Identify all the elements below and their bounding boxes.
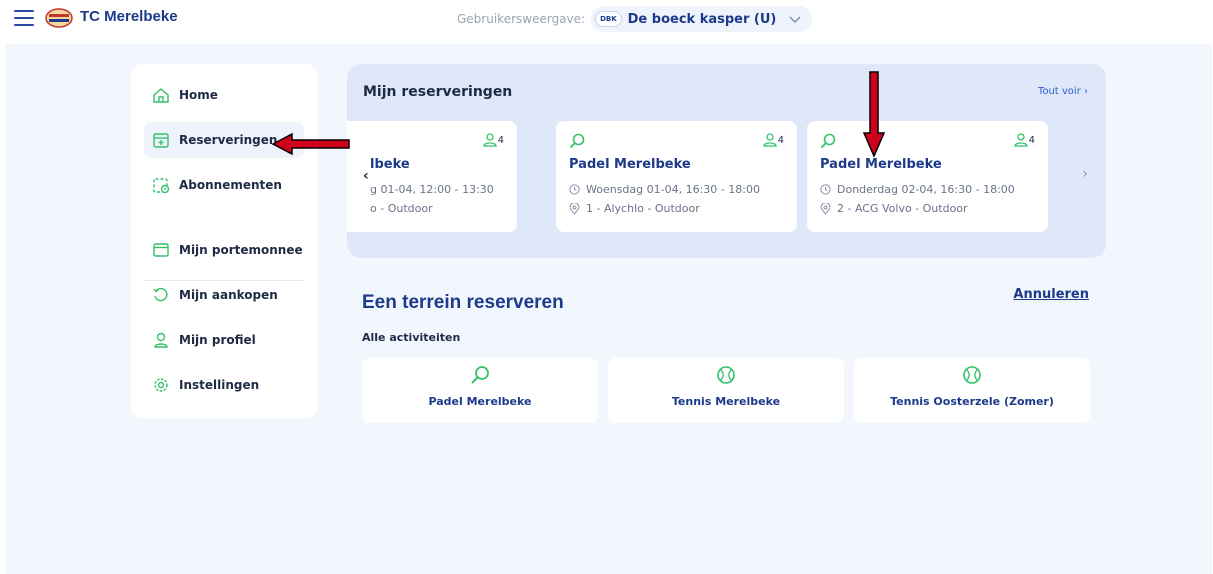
sidebar-item-aankopen[interactable]: Mijn aankopen: [144, 277, 304, 313]
sidebar-item-label: Home: [179, 88, 218, 102]
user-view-selector[interactable]: Gebruikersweergave: DBK De boeck kasper …: [457, 6, 813, 32]
sidebar-item-home[interactable]: Home: [144, 77, 304, 113]
user-icon: [154, 332, 168, 348]
sidebar-item-label: Instellingen: [179, 378, 260, 392]
padel-racket-icon: [471, 366, 489, 384]
reservation-time: g 01-04, 12:00 - 13:30: [370, 183, 494, 196]
reservation-time: Woensdag 01-04, 16:30 - 18:00: [569, 183, 760, 196]
user-icon: [1013, 133, 1028, 147]
reservation-club: lbeke: [370, 157, 410, 172]
activity-label: Tennis Merelbeke: [671, 395, 781, 408]
tennis-ball-icon: [717, 366, 735, 384]
home-icon: [153, 88, 169, 103]
sidebar: Home Reserveringen Abonnementen Mijn por…: [131, 64, 318, 418]
reservations-panel: Mijn reserveringen Tout voir › 4 lbeke g…: [347, 64, 1106, 258]
chevron-down-icon: [789, 16, 801, 23]
calendar-plus-icon: [153, 133, 169, 148]
annotation-arrow-left: [272, 133, 350, 155]
viewer-name: De boeck kasper (U): [627, 11, 777, 27]
sidebar-item-profiel[interactable]: Mijn profiel: [144, 322, 304, 358]
reservation-card[interactable]: 4 Padel Merelbeke Donderdag 02-04, 16:30…: [807, 121, 1048, 232]
participants-count: 4: [482, 133, 504, 147]
viewer-pill[interactable]: DBK De boeck kasper (U): [591, 6, 813, 32]
clock-icon: [820, 184, 831, 195]
reservation-card[interactable]: 4 lbeke g 01-04, 12:00 - 13:30 o - Outdo…: [347, 121, 517, 232]
sidebar-item-portemonnee[interactable]: Mijn portemonnee: [144, 232, 304, 268]
avatar: DBK: [595, 11, 622, 27]
reservation-club: Padel Merelbeke: [569, 157, 691, 172]
reservation-card[interactable]: 4 Padel Merelbeke Woensdag 01-04, 16:30 …: [556, 121, 797, 232]
padel-racket-icon: [569, 133, 585, 149]
reservations-title: Mijn reserveringen: [363, 84, 513, 100]
user-icon: [482, 133, 497, 147]
user-icon: [762, 133, 777, 147]
reservation-club: Padel Merelbeke: [820, 157, 942, 172]
sidebar-item-label: Reserveringen: [179, 133, 278, 147]
sidebar-item-label: Mijn portemonnee: [179, 243, 303, 257]
booking-title: Een terrein reserveren: [362, 292, 564, 313]
top-bar: TC Merelbeke Gebruikersweergave: DBK De …: [0, 0, 1213, 40]
see-all-link[interactable]: Tout voir ›: [1038, 86, 1088, 97]
viewer-label: Gebruikersweergave:: [457, 12, 586, 26]
cancel-link[interactable]: Annuleren: [1013, 287, 1089, 302]
annotation-arrow-down: [863, 71, 885, 157]
activities-subtitle: Alle activiteiten: [362, 331, 461, 344]
activity-label: Tennis Oosterzele (Zomer): [890, 395, 1054, 408]
sidebar-item-label: Mijn aankopen: [179, 288, 278, 302]
activity-label: Padel Merelbeke: [428, 395, 532, 408]
subscription-icon: [153, 178, 170, 194]
participants-count: 4: [1013, 133, 1035, 147]
location-pin-icon: [820, 202, 831, 215]
sidebar-item-label: Mijn profiel: [179, 333, 256, 347]
reservation-time: Donderdag 02-04, 16:30 - 18:00: [820, 183, 1015, 196]
sidebar-item-instellingen[interactable]: Instellingen: [144, 367, 304, 403]
reservation-court: 1 - Alychlo - Outdoor: [569, 202, 700, 215]
gear-icon: [154, 378, 168, 392]
reservation-court: 2 - ACG Volvo - Outdoor: [820, 202, 968, 215]
club-logo: [45, 8, 73, 28]
wallet-icon: [153, 243, 169, 257]
participants-count: 4: [762, 133, 784, 147]
carousel-next-button[interactable]: ›: [1082, 166, 1088, 182]
clock-icon: [569, 184, 580, 195]
padel-racket-icon: [820, 133, 836, 149]
sidebar-item-abonnementen[interactable]: Abonnementen: [144, 167, 304, 203]
app-title[interactable]: TC Merelbeke: [80, 8, 178, 25]
tennis-ball-icon: [963, 366, 981, 384]
location-pin-icon: [569, 202, 580, 215]
history-icon: [153, 287, 168, 302]
activity-card-padel-merelbeke[interactable]: Padel Merelbeke: [362, 358, 598, 423]
carousel-prev-button[interactable]: ‹: [363, 168, 369, 184]
activity-card-tennis-merelbeke[interactable]: Tennis Merelbeke: [608, 358, 844, 423]
menu-icon[interactable]: [14, 10, 34, 26]
sidebar-item-label: Abonnementen: [179, 178, 282, 192]
reservation-court: o - Outdoor: [370, 202, 433, 215]
activity-card-tennis-oosterzele[interactable]: Tennis Oosterzele (Zomer): [854, 358, 1090, 423]
